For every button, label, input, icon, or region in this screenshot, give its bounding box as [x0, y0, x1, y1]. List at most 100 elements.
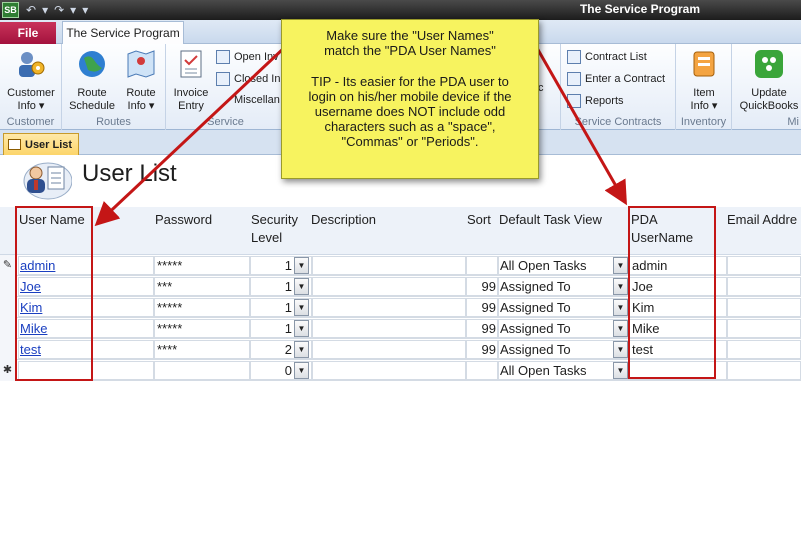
task-view-dropdown-icon[interactable]: ▼ [613, 257, 628, 274]
record-selector[interactable] [0, 297, 16, 318]
redo-icon[interactable]: ↷ [54, 3, 64, 17]
tip-callout-note: Make sure the "User Names" match the "PD… [281, 19, 539, 179]
column-header-security-level: Security Level [251, 212, 298, 245]
default-task-view-field[interactable]: Assigned To [500, 341, 610, 358]
password-field[interactable]: ***** [157, 257, 247, 274]
ribbon-group-routes: Route Schedule Route Info ▾ Routes [62, 44, 166, 130]
security-level-dropdown-icon[interactable]: ▼ [294, 341, 309, 358]
security-level-field[interactable]: 1 [252, 320, 292, 337]
dropdown-arrow-icon[interactable]: ▾ [70, 3, 76, 17]
security-level-field[interactable]: 1 [252, 257, 292, 274]
ribbon-group-inventory: Item Info ▾ Inventory [676, 44, 732, 130]
security-level-field[interactable]: 1 [252, 278, 292, 295]
new-record-selector[interactable]: ✱ [0, 360, 16, 381]
security-level-field[interactable]: 0 [252, 362, 292, 379]
record-selector[interactable]: ✎ [0, 255, 16, 276]
column-header-email-address: Email Addre [727, 212, 798, 227]
default-task-view-field[interactable]: Assigned To [500, 320, 610, 337]
sort-field[interactable]: 99 [467, 299, 496, 316]
item-info-icon [693, 51, 715, 77]
description-field[interactable] [314, 320, 464, 337]
password-field[interactable]: **** [157, 341, 247, 358]
task-view-dropdown-icon[interactable]: ▼ [613, 362, 628, 379]
dropdown-arrow-icon[interactable]: ▾ [42, 3, 48, 17]
user-list-icon [23, 162, 72, 200]
ribbon-group-service: Invoice Entry Open Inv Closed In Miscell… [166, 44, 286, 130]
security-level-field[interactable]: 2 [252, 341, 292, 358]
route-schedule-button[interactable]: Route Schedule [66, 48, 118, 113]
map-icon [127, 50, 155, 78]
closed-invoices-button[interactable]: Closed In [216, 72, 280, 86]
list-icon [567, 50, 581, 64]
password-field[interactable]: ***** [157, 299, 247, 316]
invoice-entry-button[interactable]: Invoice Entry [168, 48, 214, 113]
security-level-dropdown-icon[interactable]: ▼ [294, 320, 309, 337]
document-tab-user-list[interactable]: User List [3, 133, 79, 155]
description-field[interactable] [314, 299, 464, 316]
security-level-field[interactable]: 1 [252, 299, 292, 316]
new-sort-field[interactable] [466, 361, 498, 380]
task-view-dropdown-icon[interactable]: ▼ [613, 320, 628, 337]
customize-toolbar-icon[interactable]: ▾ [82, 3, 88, 17]
description-field[interactable] [314, 278, 464, 295]
invoice-icon [180, 50, 202, 78]
password-field[interactable]: ***** [157, 320, 247, 337]
description-field[interactable] [314, 341, 464, 358]
quick-access-toolbar: ↶ ▾ ↷ ▾ ▾ [26, 2, 88, 18]
open-invoices-button[interactable]: Open Inv [216, 50, 279, 64]
security-level-dropdown-icon[interactable]: ▼ [294, 278, 309, 295]
security-level-dropdown-icon[interactable]: ▼ [294, 299, 309, 316]
group-label-customer: Customer [6, 116, 55, 128]
quickbooks-icon [755, 50, 783, 78]
default-task-view-field[interactable]: All Open Tasks [500, 362, 610, 379]
enter-contract-button[interactable]: Enter a Contract [567, 72, 665, 86]
task-view-dropdown-icon[interactable]: ▼ [613, 299, 628, 316]
default-task-view-field[interactable]: Assigned To [500, 278, 610, 295]
customer-info-button[interactable]: Customer Info ▾ [4, 48, 58, 113]
ribbon-group-service-contracts: Contract List Enter a Contract Reports S… [560, 44, 676, 130]
new-description-field[interactable] [312, 361, 466, 380]
tab-file[interactable]: File [0, 22, 56, 44]
sort-field[interactable]: 99 [467, 278, 496, 295]
open-invoices-icon [216, 50, 230, 64]
sort-field[interactable]: 99 [467, 341, 496, 358]
contract-icon [567, 72, 581, 86]
task-view-dropdown-icon[interactable]: ▼ [613, 278, 628, 295]
closed-invoices-icon [216, 72, 230, 86]
tab-the-service-program[interactable]: The Service Program [62, 21, 184, 45]
password-field[interactable]: *** [157, 278, 247, 295]
customer-info-icon [19, 52, 45, 77]
update-quickbooks-button[interactable]: Update QuickBooks [734, 48, 801, 113]
user-name-highlight-box [15, 206, 93, 381]
default-task-view-field[interactable]: All Open Tasks [500, 257, 610, 274]
record-selector[interactable] [0, 318, 16, 339]
contract-list-button[interactable]: Contract List [567, 50, 647, 64]
item-info-button[interactable]: Item Info ▾ [680, 48, 728, 113]
reports-icon [567, 94, 581, 108]
column-header-description: Description [311, 212, 377, 227]
security-level-dropdown-icon[interactable]: ▼ [294, 362, 309, 379]
route-info-button[interactable]: Route Info ▾ [118, 48, 164, 113]
miscellaneous-button[interactable]: Miscellan [234, 94, 280, 106]
sort-field[interactable]: 99 [467, 320, 496, 337]
description-field[interactable] [314, 257, 464, 274]
task-view-dropdown-icon[interactable]: ▼ [613, 341, 628, 358]
globe-icon [79, 51, 105, 77]
pda-username-highlight-box [628, 206, 716, 379]
new-password-field[interactable] [154, 361, 250, 380]
app-icon[interactable]: SB [2, 2, 19, 18]
ribbon-group-customer: Customer Info ▾ Customer [0, 44, 62, 130]
undo-icon[interactable]: ↶ [26, 3, 36, 17]
reports-button[interactable]: Reports [567, 94, 624, 108]
default-task-view-field[interactable]: Assigned To [500, 299, 610, 316]
group-label-misc: Mi [787, 116, 799, 128]
window-title: The Service Program [579, 2, 701, 16]
title-bar: SB ↶ ▾ ↷ ▾ ▾ The Service Program [0, 0, 801, 20]
group-label-service-contracts: Service Contracts [574, 116, 662, 128]
security-level-dropdown-icon[interactable]: ▼ [294, 257, 309, 274]
record-selector[interactable] [0, 339, 16, 360]
new-email-field[interactable] [727, 361, 801, 380]
ribbon-group-quickbooks: Update QuickBooks Mi [732, 44, 801, 130]
record-selector[interactable] [0, 276, 16, 297]
sort-field[interactable] [467, 257, 496, 274]
